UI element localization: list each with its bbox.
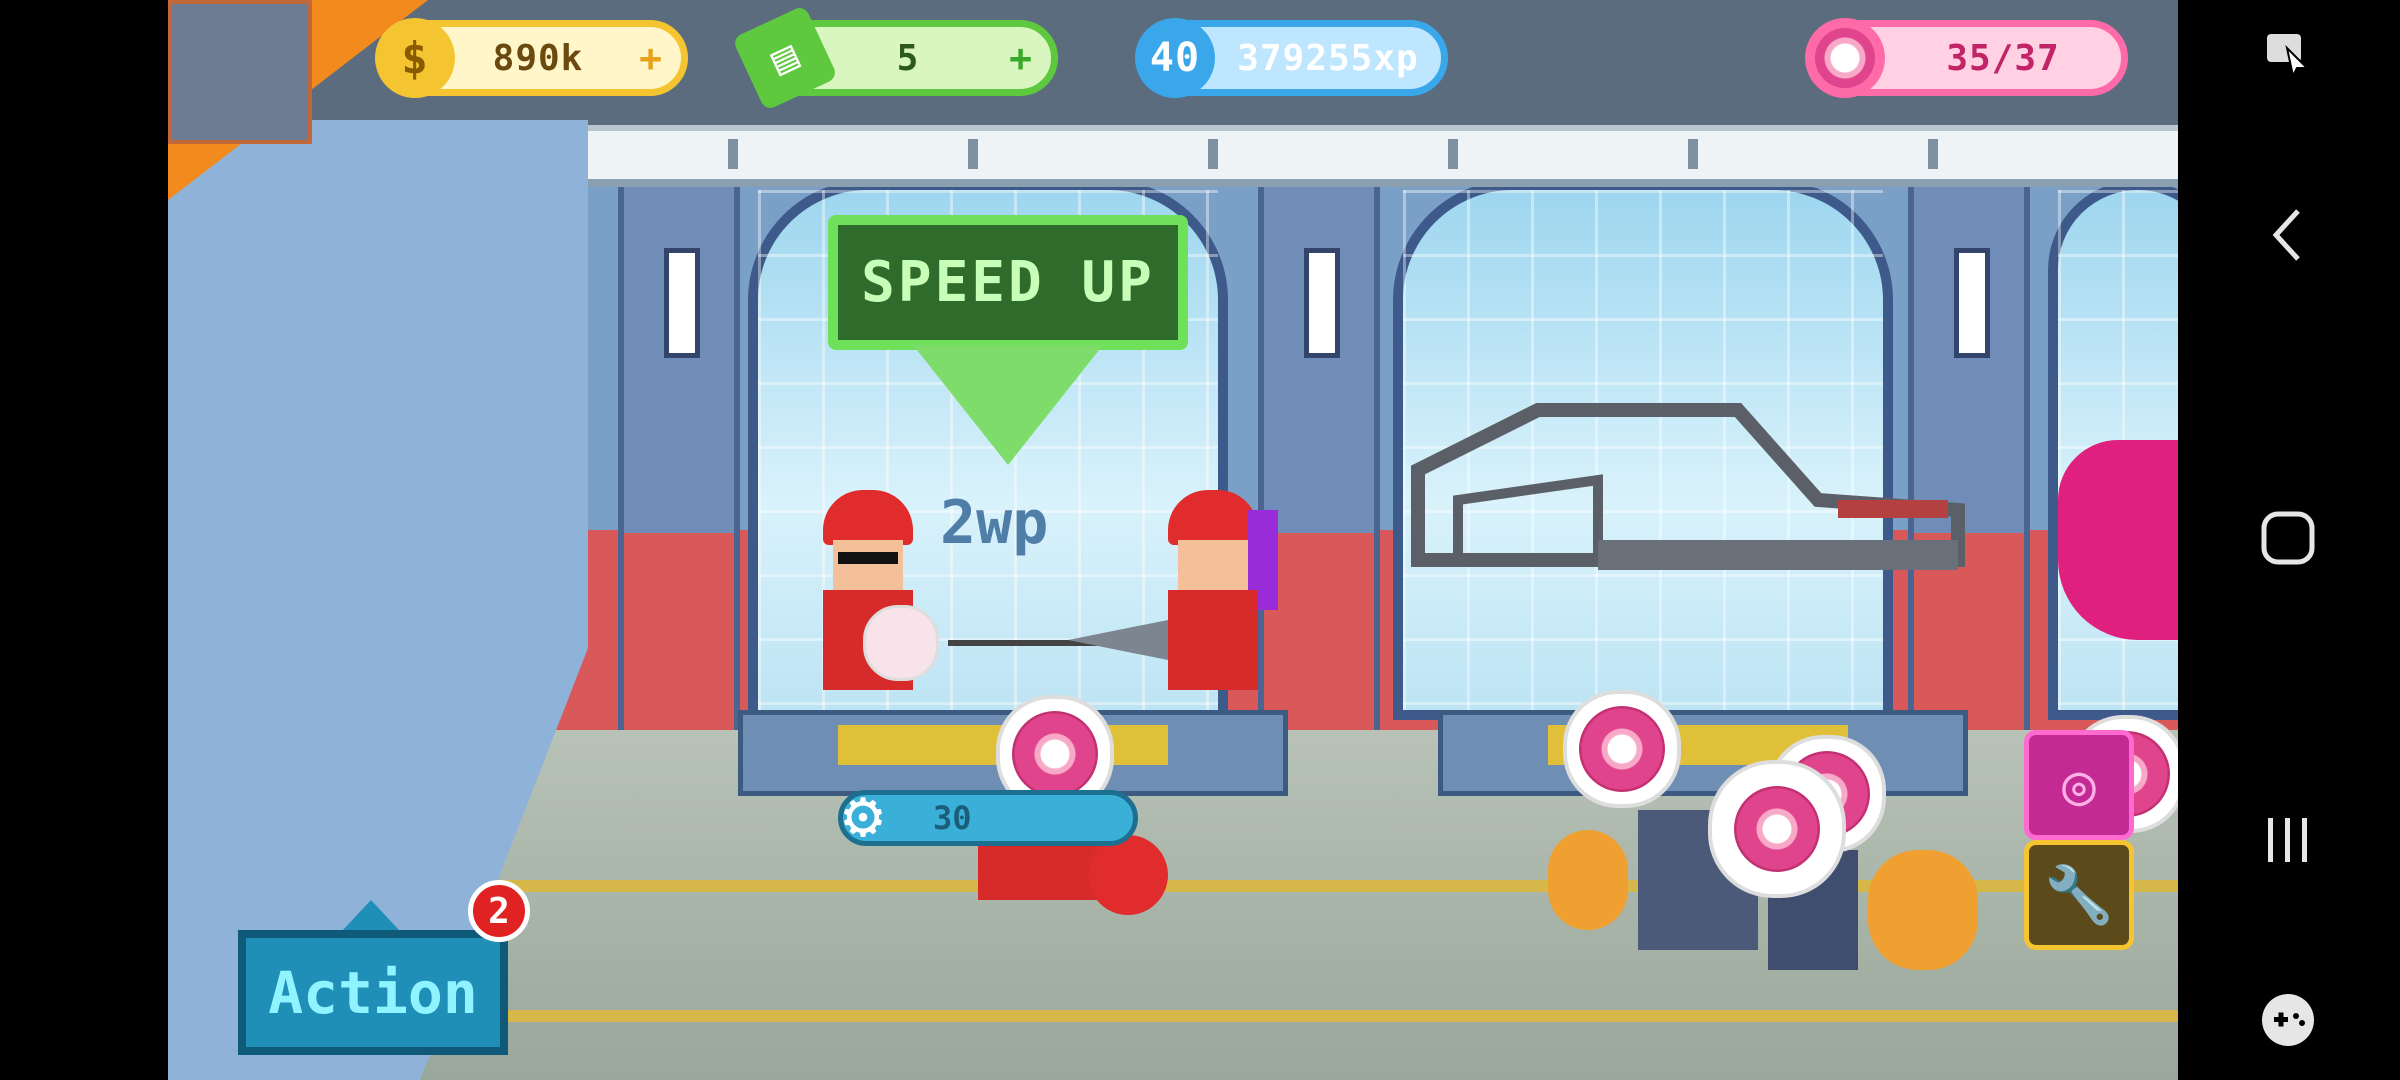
donut-ring-icon: ◎ [2062,752,2096,818]
donut-shop-button[interactable]: ◎ [2024,730,2134,840]
speed-up-label: SPEED UP [861,250,1155,315]
donut-icon [1805,18,1885,98]
station-progress-text: 30 [933,799,972,837]
donut-counter[interactable]: 35/37 [1805,18,2128,98]
coin-counter[interactable]: $ 890k + [375,18,688,98]
floor-stripe [418,1010,2178,1022]
donut-request-bubble[interactable] [1563,690,1681,808]
gamepad-icon[interactable] [2238,970,2338,1070]
wp-indicator: 2wp [940,488,1049,558]
action-label: Action [268,958,478,1027]
car-frame[interactable] [1398,390,1968,620]
xp-counter[interactable]: 40 379255xp [1135,18,1448,98]
coin-value: 890k [492,37,584,79]
donut-icon [1734,786,1820,872]
wrench-icon: 🔧 [2044,863,2114,928]
donut-value: 35/37 [1946,37,2060,79]
coin-icon: $ [375,18,455,98]
player-avatar[interactable] [168,0,312,144]
cash-value: 5 [896,37,920,79]
donut-request-bubble[interactable] [1708,760,1846,898]
gear-icon[interactable]: ⚙ [828,780,898,850]
donut-icon [1579,706,1665,792]
action-button[interactable]: Action [238,930,508,1055]
cash-counter[interactable]: ▤ 5 + [731,4,1058,112]
xp-value: 379255xp [1237,37,1419,79]
factory-pillar [618,173,740,733]
speed-up-button[interactable]: SPEED UP [828,215,1188,350]
worker-welder[interactable] [808,490,939,705]
level-badge: 40 [1135,18,1215,98]
donut-icon [1012,711,1098,797]
add-cash-button[interactable]: + [1009,36,1033,80]
action-notification-badge: 2 [468,880,530,942]
arrow-up-icon [343,900,399,930]
system-nav-bar [2178,0,2400,1080]
back-icon[interactable] [2238,185,2338,285]
pink-car[interactable] [2058,440,2178,640]
repair-button[interactable]: 🔧 [2024,840,2134,950]
game-viewport[interactable]: 30 ⚙ ◎ 🔧 SPEED UP 2wp $ 890k + ▤ 5 + 40 … [168,0,2178,1080]
pointer-icon[interactable] [2238,5,2338,105]
home-icon[interactable] [2238,488,2338,588]
worker-driller[interactable] [1148,490,1288,710]
recents-icon[interactable] [2238,790,2338,890]
arrow-down-icon [913,345,1103,465]
add-coins-button[interactable]: + [639,36,663,80]
